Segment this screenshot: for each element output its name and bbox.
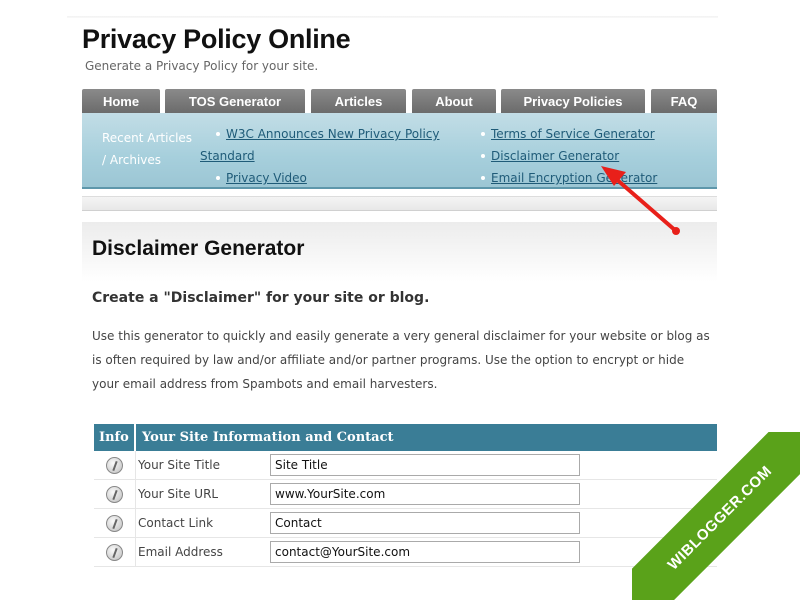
- recent-articles-label: Recent Articles / Archives: [102, 127, 192, 171]
- link-privacy-video[interactable]: Privacy Video: [226, 171, 307, 185]
- form-header: Info Your Site Information and Contact: [94, 424, 717, 451]
- info-cell: [94, 537, 136, 567]
- table-row: Contact Link: [94, 508, 717, 538]
- link-w3c-privacy[interactable]: W3C Announces New Privacy Policy: [226, 127, 439, 141]
- list-item: W3C Announces New Privacy Policy: [213, 123, 453, 145]
- site-tagline: Generate a Privacy Policy for your site.: [85, 59, 319, 73]
- list-item: Terms of Service Generator: [478, 123, 708, 145]
- site-info-form: Info Your Site Information and Contact Y…: [94, 424, 717, 567]
- divider-bar: [82, 196, 717, 211]
- list-item: Email Encryption Generator: [478, 167, 708, 189]
- site-title[interactable]: Privacy Policy Online: [82, 24, 351, 55]
- bullet-icon: [216, 131, 220, 136]
- tab-privacy-policies[interactable]: Privacy Policies: [501, 89, 645, 113]
- recent-articles-line2[interactable]: / Archives: [102, 149, 192, 171]
- contact-link-input[interactable]: [270, 512, 580, 534]
- main-nav: Home TOS Generator Articles About Privac…: [82, 89, 717, 113]
- watermark-text: WIBLOGGER.COM: [664, 462, 776, 574]
- site-url-input[interactable]: [270, 483, 580, 505]
- tab-home[interactable]: Home: [82, 89, 160, 113]
- info-cell: [94, 450, 136, 480]
- link-email-encryption[interactable]: Email Encryption Generator: [491, 171, 657, 185]
- field-label: Contact Link: [138, 516, 214, 530]
- link-w3c-privacy-cont[interactable]: Standard: [200, 149, 255, 163]
- tab-tos-generator[interactable]: TOS Generator: [165, 89, 305, 113]
- info-icon[interactable]: [106, 456, 123, 474]
- bullet-icon: [481, 131, 485, 136]
- list-item: Privacy Video: [213, 167, 453, 189]
- link-disclaimer-generator[interactable]: Disclaimer Generator: [491, 149, 619, 163]
- page-subtitle: Create a "Disclaimer" for your site or b…: [92, 290, 430, 306]
- header-info: Info: [94, 424, 136, 451]
- info-icon[interactable]: [106, 543, 123, 561]
- watermark-ribbon: WIBLOGGER.COM: [632, 432, 800, 600]
- site-title-input[interactable]: [270, 454, 580, 476]
- watermark-band: WIBLOGGER.COM: [632, 432, 800, 600]
- subnav-panel: Recent Articles / Archives W3C Announces…: [82, 113, 717, 189]
- bullet-icon: [481, 153, 485, 158]
- info-icon[interactable]: [106, 514, 123, 532]
- recent-articles-line1[interactable]: Recent Articles: [102, 127, 192, 149]
- field-label: Email Address: [138, 545, 223, 559]
- subnav-column-2: Terms of Service Generator Disclaimer Ge…: [478, 123, 708, 189]
- email-address-input[interactable]: [270, 541, 580, 563]
- info-cell: [94, 479, 136, 509]
- list-item: Standard: [200, 145, 453, 167]
- table-row: Email Address: [94, 537, 717, 567]
- bullet-icon: [481, 175, 485, 180]
- info-cell: [94, 508, 136, 538]
- table-row: Your Site URL: [94, 479, 717, 509]
- tab-about[interactable]: About: [412, 89, 496, 113]
- bullet-icon: [216, 175, 220, 180]
- field-label: Your Site URL: [138, 487, 219, 501]
- link-tos-generator[interactable]: Terms of Service Generator: [491, 127, 655, 141]
- list-item: Disclaimer Generator: [478, 145, 708, 167]
- header-main: Your Site Information and Contact: [142, 430, 394, 445]
- page-title: Disclaimer Generator: [92, 237, 305, 260]
- tab-faq[interactable]: FAQ: [651, 89, 717, 113]
- info-icon[interactable]: [106, 485, 123, 503]
- field-label: Your Site Title: [138, 458, 221, 472]
- tab-articles[interactable]: Articles: [311, 89, 406, 113]
- subnav-column-1: W3C Announces New Privacy Policy Standar…: [200, 123, 453, 189]
- intro-paragraph: Use this generator to quickly and easily…: [92, 329, 710, 391]
- table-row: Your Site Title: [94, 450, 717, 480]
